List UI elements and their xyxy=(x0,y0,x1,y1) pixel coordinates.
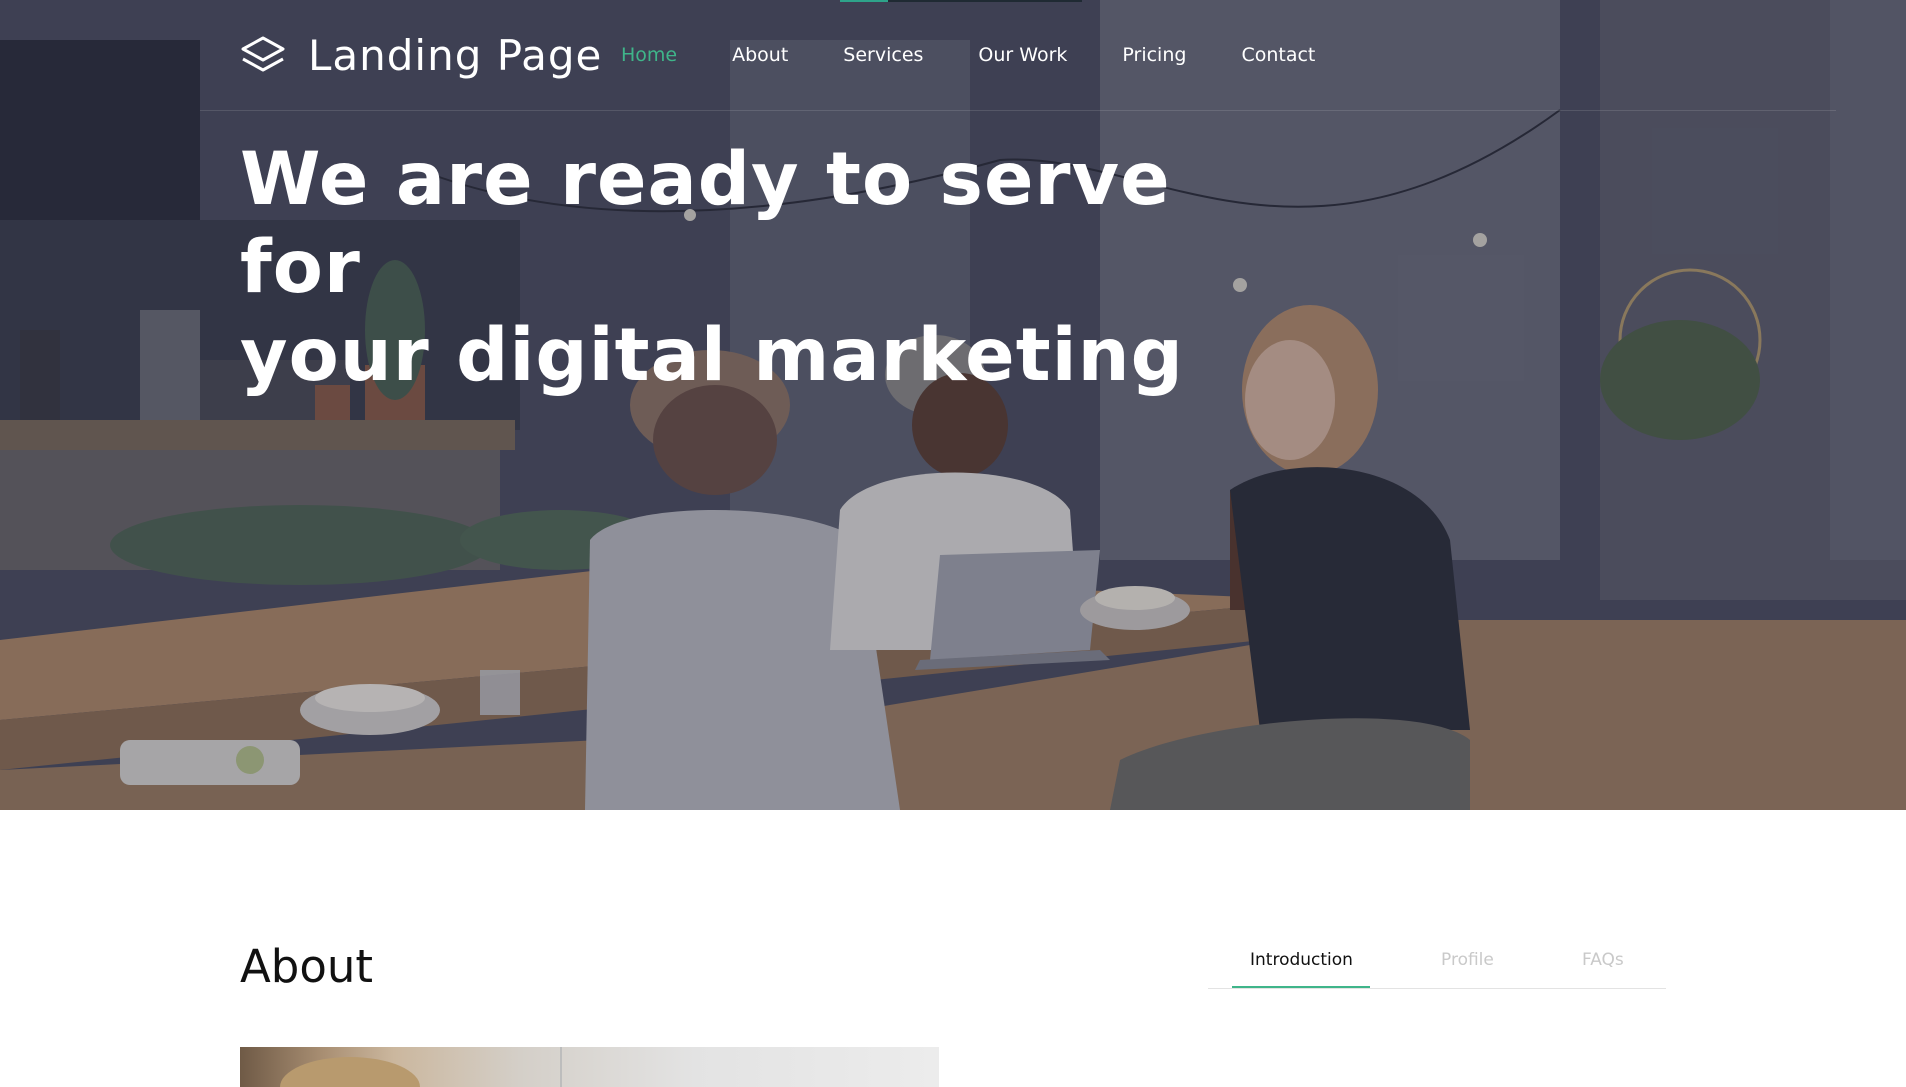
nav-link-contact[interactable]: Contact xyxy=(1241,44,1315,66)
nav-divider xyxy=(200,110,1836,111)
tab-faqs[interactable]: FAQs xyxy=(1582,950,1624,970)
tab-profile[interactable]: Profile xyxy=(1441,950,1494,970)
about-photo xyxy=(280,1047,562,1087)
main-menu: Home About Services Our Work Pricing Con… xyxy=(621,40,1315,70)
layers-icon xyxy=(241,36,285,72)
scroll-progress-bar xyxy=(840,0,1082,2)
hero-headline: We are ready to serve for your digital m… xyxy=(240,136,1240,400)
nav-link-our-work[interactable]: Our Work xyxy=(978,44,1067,66)
about-image xyxy=(240,1047,939,1087)
tab-introduction[interactable]: Introduction xyxy=(1250,950,1353,970)
hero-overlay xyxy=(0,0,1906,810)
nav-link-home[interactable]: Home xyxy=(621,44,677,66)
top-navbar: Landing Page Home About Services Our Wor… xyxy=(0,0,1906,111)
nav-link-services[interactable]: Services xyxy=(843,44,923,66)
nav-link-pricing[interactable]: Pricing xyxy=(1122,44,1186,66)
brand-name: Landing Page xyxy=(308,30,603,80)
hero-headline-line-2: your digital marketing xyxy=(240,313,1184,398)
active-tab-indicator xyxy=(1232,986,1370,988)
hero-headline-line-1: We are ready to serve for xyxy=(240,137,1171,310)
nav-link-about[interactable]: About xyxy=(732,44,788,66)
hero-section: Landing Page Home About Services Our Wor… xyxy=(0,0,1906,810)
about-tabs: Introduction Profile FAQs xyxy=(1208,950,1666,989)
brand-logo[interactable]: Landing Page xyxy=(240,28,602,82)
about-title: About xyxy=(240,940,374,993)
